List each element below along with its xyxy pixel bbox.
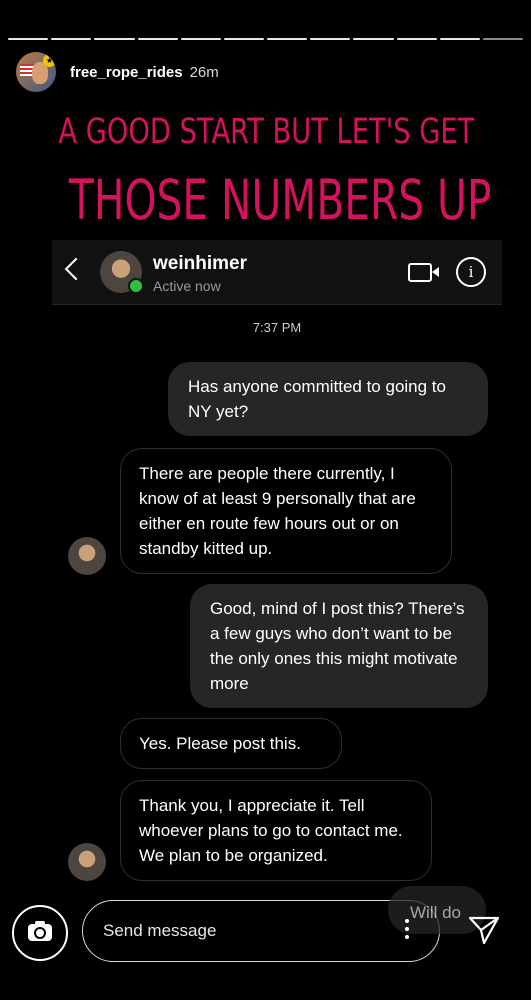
contact-status: Active now [153, 278, 221, 294]
story-caption-line2: THOSE NUMBERS UP [69, 168, 492, 232]
progress-segment [51, 38, 92, 40]
message-timestamp: 7:37 PM [252, 320, 302, 335]
camera-button[interactable] [12, 905, 68, 961]
progress-segment [396, 38, 437, 40]
progress-segment [180, 38, 221, 40]
story-username[interactable]: free_rope_rides [70, 64, 183, 81]
progress-segment-current [482, 38, 524, 40]
story-avatar[interactable]: ★ [16, 52, 56, 92]
message-bubble-outgoing: Good, mind of I post this? There’s a few… [190, 584, 488, 708]
dm-header: weinhimer Active now i [52, 240, 502, 305]
progress-segment [223, 38, 265, 40]
message-bubble-outgoing: Has anyone committed to going to NY yet? [168, 362, 488, 436]
story-header: ★ free_rope_rides 26m [16, 52, 219, 92]
progress-segment [137, 38, 178, 40]
progress-segment [353, 38, 394, 40]
progress-segment [439, 38, 480, 40]
progress-segment [310, 38, 351, 40]
back-icon[interactable] [64, 257, 88, 281]
message-bubble-incoming: Yes. Please post this. [120, 718, 342, 769]
info-icon[interactable]: i [456, 257, 486, 287]
sender-avatar [68, 537, 106, 575]
progress-segment [8, 38, 49, 40]
story-progress-bar [8, 38, 524, 40]
send-icon[interactable] [467, 912, 501, 946]
more-icon[interactable] [405, 919, 409, 939]
camera-icon [28, 921, 52, 941]
story-caption-line1: A GOOD START BUT LET'S GET [58, 112, 475, 152]
progress-segment [267, 38, 308, 40]
story-time: 26m [189, 63, 219, 81]
badge-icon: ★ [43, 54, 56, 67]
message-bubble-incoming: Thank you, I appreciate it. Tell whoever… [120, 780, 432, 881]
message-bubble-incoming: There are people there currently, I know… [120, 448, 452, 574]
video-call-icon[interactable] [408, 263, 439, 282]
send-message-input[interactable]: Send message [82, 900, 440, 962]
sender-avatar [68, 843, 106, 881]
active-status-dot [128, 278, 144, 294]
progress-segment [94, 38, 135, 40]
contact-name[interactable]: weinhimer [153, 253, 247, 275]
